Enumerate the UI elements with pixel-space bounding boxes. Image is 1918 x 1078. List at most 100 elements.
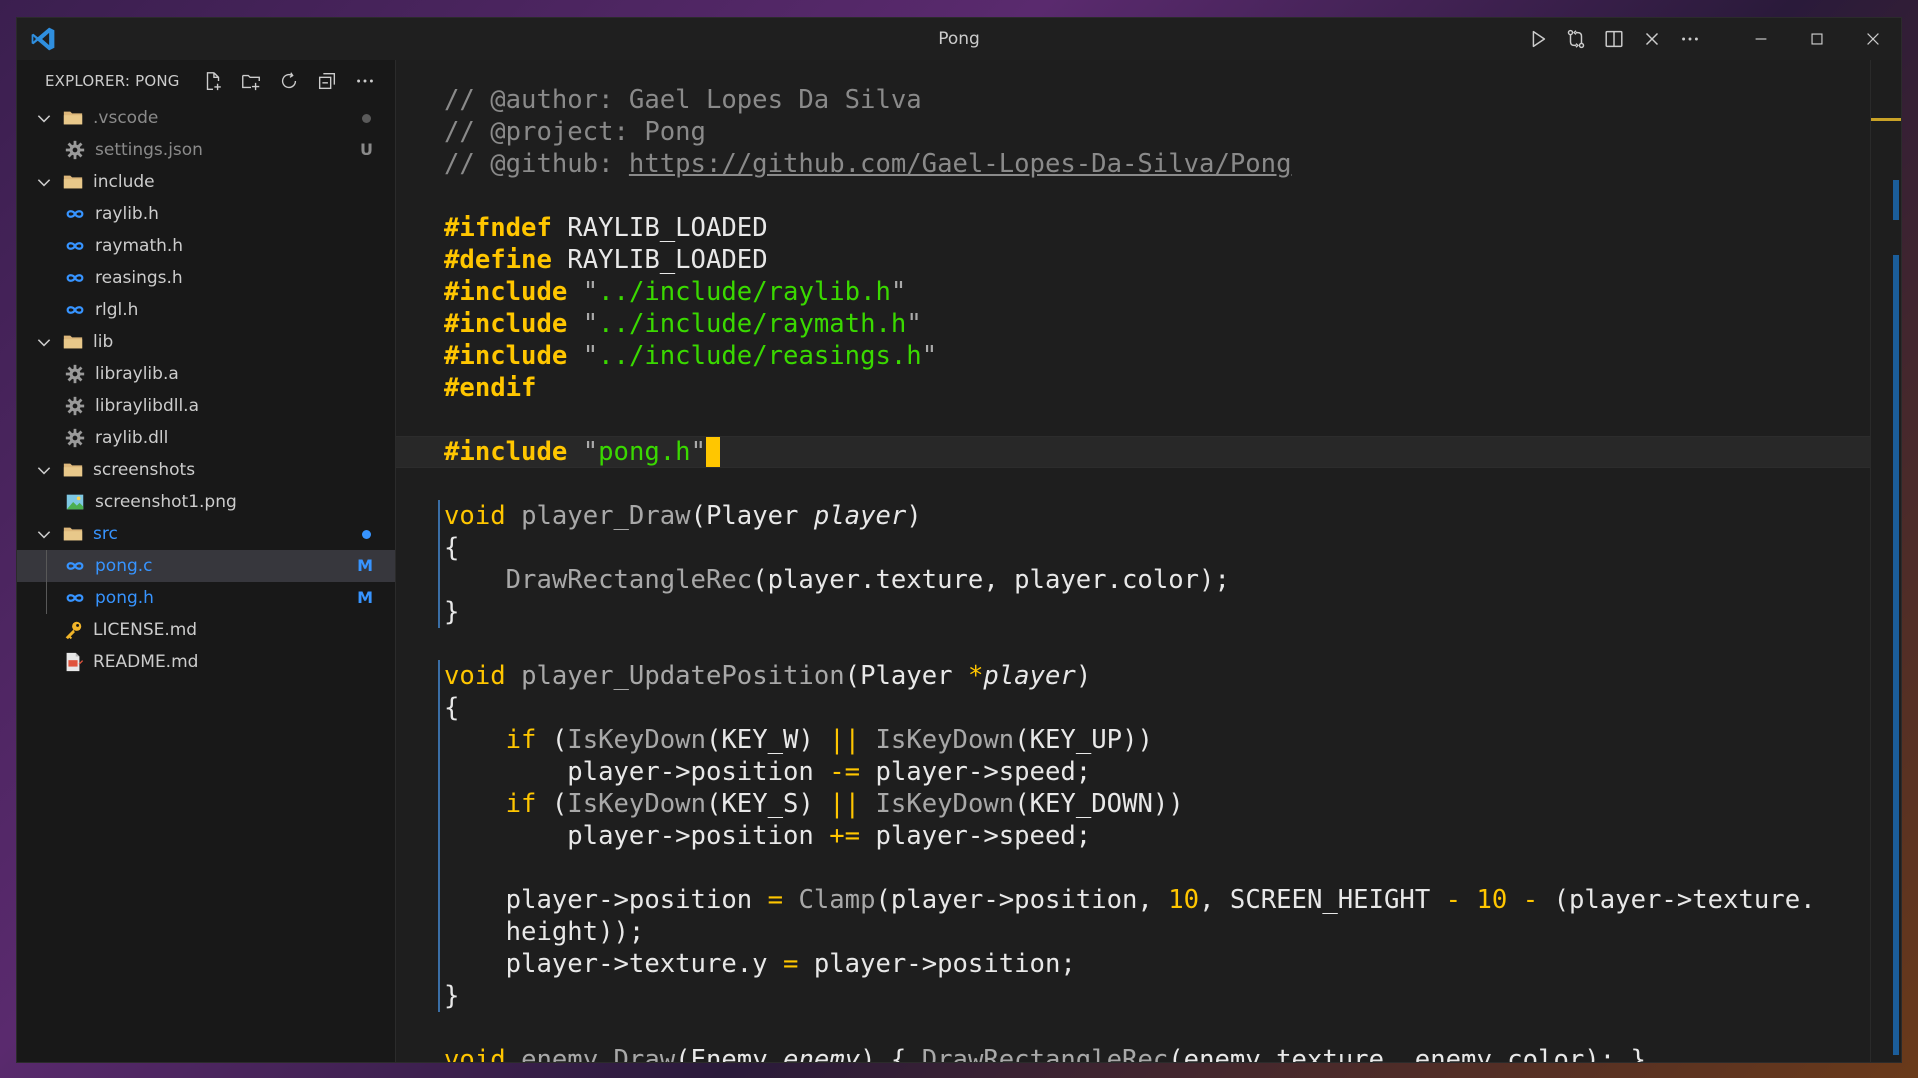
code-line[interactable]: #endif	[444, 372, 1816, 404]
code-line[interactable]	[444, 468, 1816, 500]
code-line[interactable]	[444, 180, 1816, 212]
file-item[interactable]: pong.c M	[17, 550, 395, 582]
code-line[interactable]: }	[444, 596, 1816, 628]
code-token: player->position	[444, 757, 830, 787]
file-item[interactable]: reasings.h	[17, 262, 395, 294]
code-line[interactable]	[444, 404, 1816, 436]
code-line[interactable]: #include "pong.h"	[444, 436, 1816, 468]
code-line[interactable]: #include "../include/raymath.h"	[444, 308, 1816, 340]
code-line[interactable]: player->position = Clamp(player->positio…	[444, 884, 1816, 916]
code-line[interactable]: #define RAYLIB_LOADED	[444, 244, 1816, 276]
new-folder-icon[interactable]	[235, 65, 267, 97]
folder-item[interactable]: screenshots	[17, 454, 395, 486]
code-line[interactable]: #ifndef RAYLIB_LOADED	[444, 212, 1816, 244]
code-token: if	[505, 725, 537, 755]
code-line[interactable]: {	[444, 692, 1816, 724]
code-line[interactable]: DrawRectangleRec(player.texture, player.…	[444, 564, 1816, 596]
code-token: enemy_Draw	[521, 1045, 676, 1063]
code-area[interactable]: // @author: Gael Lopes Da Silva// @proje…	[438, 84, 1816, 1063]
code-line[interactable]	[444, 1012, 1816, 1044]
file-item[interactable]: pong.h M	[17, 582, 395, 614]
code-token: void	[444, 661, 506, 691]
code-line[interactable]: // @author: Gael Lopes Da Silva	[444, 84, 1816, 116]
code-token: #include	[444, 309, 568, 339]
tree-item-label: rlgl.h	[95, 300, 139, 320]
code-token: (KEY_UP))	[1014, 725, 1153, 755]
code-line[interactable]: void player_Draw(Player player)	[444, 500, 1816, 532]
code-line[interactable]: void player_UpdatePosition(Player *playe…	[444, 660, 1816, 692]
file-item[interactable]: LICENSE.md	[17, 614, 395, 646]
code-line[interactable]: if (IsKeyDown(KEY_W) || IsKeyDown(KEY_UP…	[444, 724, 1816, 756]
code-line[interactable]: if (IsKeyDown(KEY_S) || IsKeyDown(KEY_DO…	[444, 788, 1816, 820]
code-line[interactable]	[444, 852, 1816, 884]
more-icon[interactable]	[349, 65, 381, 97]
chevron-down-icon[interactable]	[33, 523, 55, 545]
code-line[interactable]: void enemy_Draw(Enemy enemy) { DrawRecta…	[444, 1044, 1816, 1063]
collapse-all-icon[interactable]	[311, 65, 343, 97]
file-item[interactable]: raylib.h	[17, 198, 395, 230]
code-token: *	[967, 661, 984, 691]
more-actions-icon[interactable]	[1671, 18, 1709, 60]
code-line[interactable]	[444, 628, 1816, 660]
c-file-icon	[63, 299, 87, 321]
file-item[interactable]: README.md	[17, 646, 395, 678]
split-editor-icon[interactable]	[1595, 18, 1633, 60]
code-line[interactable]: player->position -= player->speed;	[444, 756, 1816, 788]
file-item[interactable]: libraylibdll.a	[17, 390, 395, 422]
folder-item[interactable]: lib	[17, 326, 395, 358]
run-icon[interactable]	[1519, 18, 1557, 60]
file-item[interactable]: rlgl.h	[17, 294, 395, 326]
close-window-icon[interactable]	[1845, 18, 1901, 60]
chevron-down-icon[interactable]	[33, 171, 55, 193]
chevron-down-icon[interactable]	[33, 331, 55, 353]
folder-item[interactable]: src	[17, 518, 395, 550]
file-item[interactable]: settings.json U	[17, 134, 395, 166]
folder-item[interactable]: .vscode	[17, 102, 395, 134]
changes-dot-indicator	[362, 530, 371, 539]
file-item[interactable]: screenshot1.png	[17, 486, 395, 518]
c-file-icon	[63, 267, 87, 289]
code-line[interactable]: // @github: https://github.com/Gael-Lope…	[444, 148, 1816, 180]
code-token: // @author: Gael Lopes Da Silva	[444, 85, 922, 115]
code-line[interactable]: // @project: Pong	[444, 116, 1816, 148]
code-line[interactable]: player->texture.y = player->position;	[444, 948, 1816, 980]
file-item[interactable]: raymath.h	[17, 230, 395, 262]
compare-changes-icon[interactable]	[1557, 18, 1595, 60]
minimize-icon[interactable]	[1733, 18, 1789, 60]
code-line[interactable]: {	[444, 532, 1816, 564]
maximize-icon[interactable]	[1789, 18, 1845, 60]
code-line[interactable]: player->position += player->speed;	[444, 820, 1816, 852]
chevron-down-icon[interactable]	[33, 459, 55, 481]
code-token: "	[690, 437, 706, 467]
code-line[interactable]: }	[444, 980, 1816, 1012]
git-status-badge: U	[360, 140, 373, 159]
editor-scrollbar[interactable]	[1870, 60, 1901, 1062]
file-item[interactable]: raylib.dll	[17, 422, 395, 454]
vscode-logo-icon[interactable]	[29, 25, 57, 53]
folder-item[interactable]: include	[17, 166, 395, 198]
close-editor-icon[interactable]	[1633, 18, 1671, 60]
chevron-down-icon[interactable]	[33, 107, 55, 129]
code-token: #ifndef	[444, 213, 552, 243]
code-token: (player->position,	[875, 885, 1169, 915]
explorer-actions	[197, 60, 381, 102]
code-token: +=	[829, 821, 861, 851]
code-editor[interactable]: // @author: Gael Lopes Da Silva// @proje…	[396, 60, 1901, 1062]
new-file-icon[interactable]	[197, 65, 229, 97]
code-link[interactable]: https://github.com/Gael-Lopes-Da-Silva/P…	[629, 149, 1292, 179]
file-item[interactable]: libraylib.a	[17, 358, 395, 390]
refresh-icon[interactable]	[273, 65, 305, 97]
code-line[interactable]: #include "../include/raylib.h"	[444, 276, 1816, 308]
code-line[interactable]: #include "../include/reasings.h"	[444, 340, 1816, 372]
code-token: ../include/raymath.h	[598, 309, 907, 339]
code-token: if	[505, 789, 537, 819]
code-token: // @github:	[444, 149, 629, 179]
code-token: #include	[444, 277, 568, 307]
code-token: height));	[444, 917, 645, 947]
code-line[interactable]: height));	[444, 916, 1816, 948]
tree-item-label: src	[93, 524, 118, 544]
